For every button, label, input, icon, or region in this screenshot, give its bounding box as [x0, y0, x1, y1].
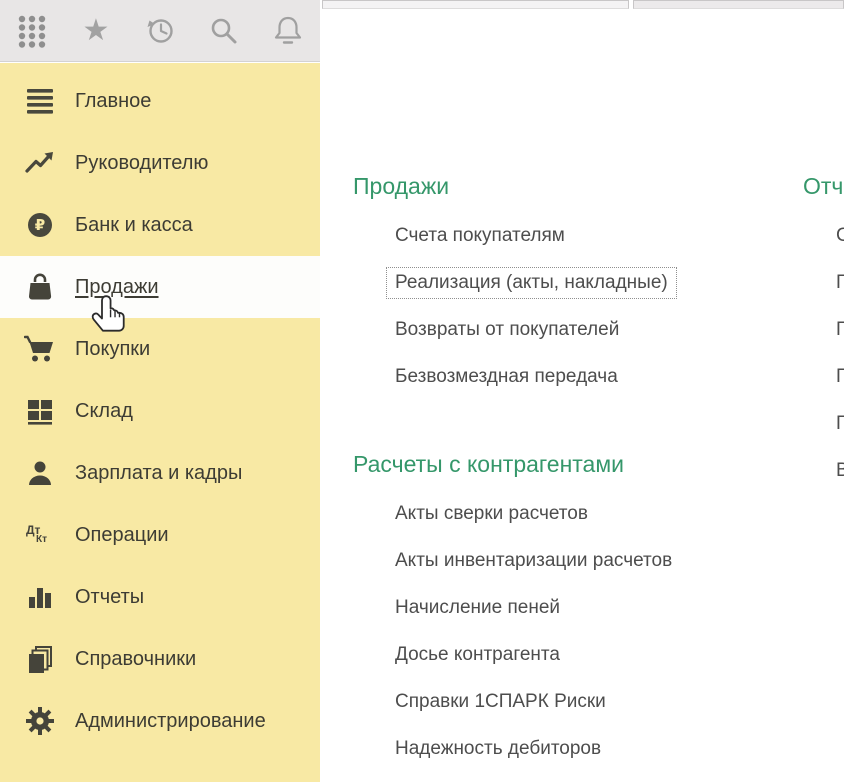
search-icon[interactable]	[207, 11, 241, 51]
section-settlements: Расчеты с контрагентами Акты сверки расч…	[353, 450, 672, 772]
bar-chart-icon	[24, 581, 56, 613]
debit-credit-icon: Дт Кт	[24, 519, 56, 551]
trend-arrow-icon	[24, 147, 56, 179]
link-bezvozmezdnaya-peredacha[interactable]: Безвозмездная передача	[395, 366, 618, 388]
function-menu-panel: Продажи Счета покупателям Реализация (ак…	[322, 0, 844, 782]
app-window: ★	[0, 0, 844, 782]
link-nachislenie-peney[interactable]: Начисление пеней	[395, 597, 560, 619]
sidebar-item-label: Руководителю	[75, 152, 208, 175]
sidebar-item-label: Покупки	[75, 338, 150, 361]
section-reports-clipped: Отч С П П П П В	[803, 172, 844, 494]
section-header-sales: Продажи	[353, 172, 677, 200]
sidebar-item-spravochniki[interactable]: Справочники	[0, 628, 320, 690]
link-spravki-1spark-riski[interactable]: Справки 1СПАРК Риски	[395, 691, 606, 713]
link-akty-sverki-raschetov[interactable]: Акты сверки расчетов	[395, 503, 588, 525]
link-reports-item-2[interactable]: П	[836, 272, 844, 294]
tab-sliver-left[interactable]	[322, 0, 629, 9]
sidebar-item-pokupki[interactable]: Покупки	[0, 318, 320, 380]
quick-access-toolbar: ★	[0, 0, 320, 62]
shopping-cart-icon	[24, 333, 56, 365]
link-reports-item-5[interactable]: П	[836, 413, 844, 435]
sidebar-item-label: Банк и касса	[75, 214, 193, 237]
history-clock-icon[interactable]	[143, 11, 177, 51]
sidebar-item-label: Главное	[75, 90, 151, 113]
sidebar-item-bank-i-kassa[interactable]: ₽ Банк и касса	[0, 194, 320, 256]
tab-strip	[322, 0, 844, 10]
link-akty-inventarizacii-raschetov[interactable]: Акты инвентаризации расчетов	[395, 550, 672, 572]
sidebar-item-label: Зарплата и кадры	[75, 462, 242, 485]
sidebar-item-operacii[interactable]: Дт Кт Операции	[0, 504, 320, 566]
sidebar-item-glavnoe[interactable]: Главное	[0, 70, 320, 132]
shopping-bag-icon	[24, 271, 56, 303]
link-nadezhnost-debitorov[interactable]: Надежность дебиторов	[395, 738, 601, 760]
sidebar-item-prodazhi[interactable]: Продажи	[0, 256, 320, 318]
sidebar-item-label: Склад	[75, 400, 133, 423]
notifications-bell-icon[interactable]	[271, 11, 305, 51]
warehouse-grid-icon	[24, 395, 56, 427]
svg-text:₽: ₽	[35, 217, 45, 234]
apps-grid-icon[interactable]	[15, 11, 49, 51]
person-icon	[24, 457, 56, 489]
sidebar-item-otchety[interactable]: Отчеты	[0, 566, 320, 628]
link-dosye-kontragenta[interactable]: Досье контрагента	[395, 644, 560, 666]
link-reports-item-3[interactable]: П	[836, 319, 844, 341]
link-realizaciya-akty-nakladnye[interactable]: Реализация (акты, накладные)	[386, 267, 677, 299]
section-sales: Продажи Счета покупателям Реализация (ак…	[353, 172, 677, 400]
sidebar-item-administrirovanie[interactable]: Администрирование	[0, 690, 320, 752]
sidebar-item-label: Операции	[75, 524, 169, 547]
link-reports-item-1[interactable]: С	[836, 225, 844, 247]
sidebar-item-label: Отчеты	[75, 586, 144, 609]
section-header-reports: Отч	[803, 172, 844, 200]
ruble-coin-icon: ₽	[24, 209, 56, 241]
favorites-star-icon[interactable]: ★	[79, 11, 113, 51]
link-reports-item-6[interactable]: В	[836, 460, 844, 482]
sidebar-item-label: Справочники	[75, 648, 196, 671]
menu-lines-icon	[24, 85, 56, 117]
sidebar-item-label: Администрирование	[75, 710, 266, 733]
gear-icon	[24, 705, 56, 737]
sidebar-item-label: Продажи	[75, 276, 159, 299]
books-icon	[24, 643, 56, 675]
link-scheta-pokupatelyam[interactable]: Счета покупателям	[395, 225, 565, 247]
link-reports-item-4[interactable]: П	[836, 366, 844, 388]
tab-sliver-right[interactable]	[633, 0, 844, 9]
link-vozvraty-ot-pokupateley[interactable]: Возвраты от покупателей	[395, 319, 619, 341]
sidebar-item-rukovoditelyu[interactable]: Руководителю	[0, 132, 320, 194]
section-panel-sidebar: Главное Руководителю ₽ Банк и касса	[0, 63, 320, 782]
sidebar-item-zarplata-i-kadry[interactable]: Зарплата и кадры	[0, 442, 320, 504]
sidebar-item-sklad[interactable]: Склад	[0, 380, 320, 442]
section-header-settlements: Расчеты с контрагентами	[353, 450, 672, 478]
